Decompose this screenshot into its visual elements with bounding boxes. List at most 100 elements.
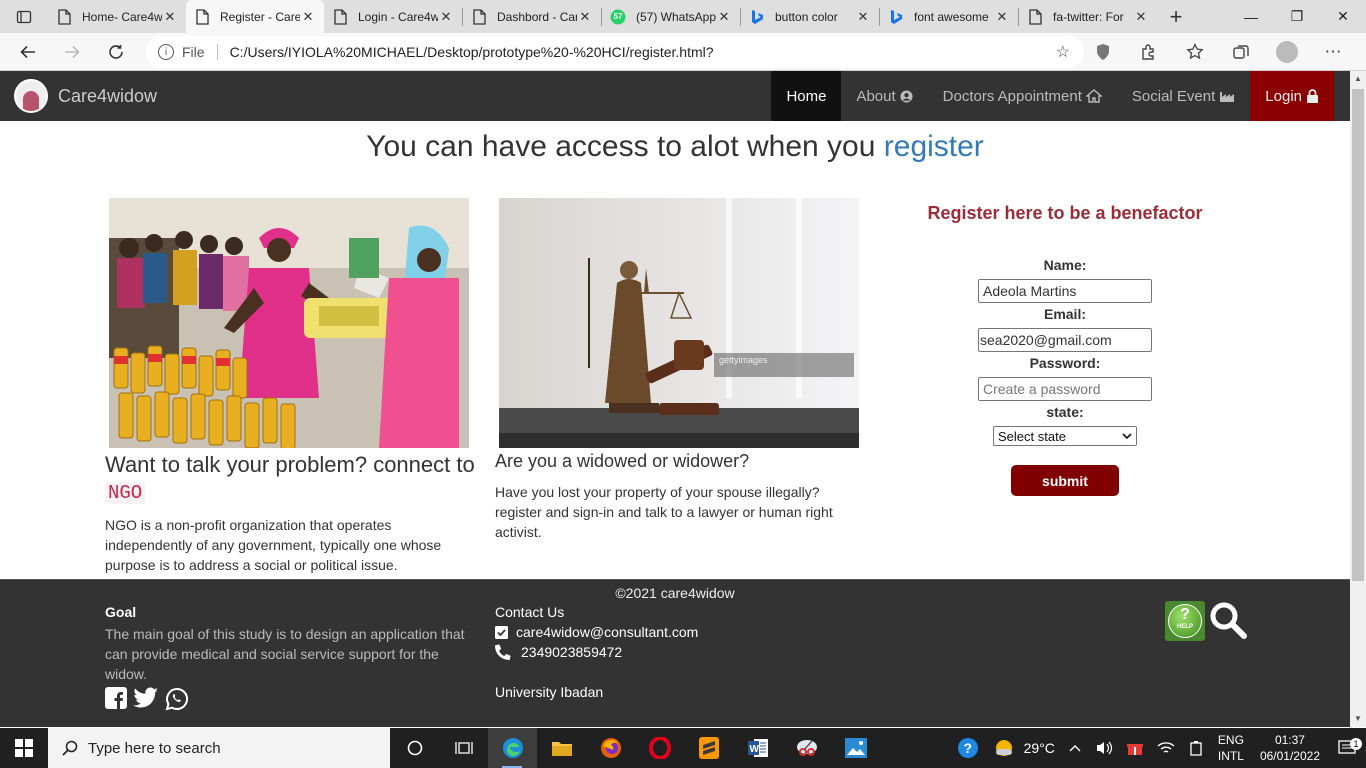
file-explorer-icon[interactable] (537, 728, 586, 768)
refresh-button[interactable] (94, 33, 138, 71)
taskbar-search[interactable]: Type here to search (48, 728, 390, 768)
firefox-icon[interactable] (586, 728, 635, 768)
tab-title: font awesome (914, 9, 989, 24)
email-input[interactable]: sea2020@gmail.com (978, 328, 1152, 352)
weather-temp[interactable]: 29°C (1017, 740, 1062, 756)
search-icon (62, 740, 78, 756)
minimize-button[interactable]: — (1228, 0, 1274, 33)
browser-tab[interactable]: button color ✕ (741, 0, 879, 33)
whatsapp-icon[interactable] (165, 687, 189, 711)
help-button[interactable]: ? HELP (1165, 601, 1205, 641)
url-field[interactable]: i File C:/Users/IYIOLA%20MICHAEL/Desktop… (146, 36, 1084, 68)
browser-tab[interactable]: Login - Care4widow✕ (324, 0, 462, 33)
tab-close-icon[interactable]: ✕ (162, 9, 178, 25)
nav-doctors-appointment[interactable]: Doctors Appointment (928, 71, 1117, 121)
start-button[interactable] (0, 728, 48, 768)
snipping-tool-icon[interactable] (782, 728, 831, 768)
profile-icon[interactable] (1264, 41, 1310, 63)
register-form-title: Register here to be a benefactor (927, 203, 1203, 223)
scroll-down-arrow[interactable]: ▼ (1350, 711, 1366, 727)
back-button[interactable] (6, 33, 50, 71)
collections-icon[interactable] (1218, 43, 1264, 61)
edge-taskbar-icon[interactable] (488, 728, 537, 768)
photos-icon[interactable] (831, 728, 880, 768)
info-icon[interactable]: i (158, 44, 174, 60)
help-tray-icon[interactable]: ? (950, 737, 986, 759)
forward-button[interactable] (50, 33, 94, 71)
notification-center-icon[interactable]: 1 (1328, 738, 1366, 756)
extensions-icon[interactable] (1126, 43, 1172, 61)
new-tab-button[interactable]: + (1157, 0, 1195, 33)
contact-email[interactable]: care4widow@consultant.com (516, 624, 698, 640)
browser-tab[interactable]: 57 (57) WhatsApp ✕ (602, 0, 740, 33)
browser-tab[interactable]: Dashbord - Care4widow✕ (463, 0, 601, 33)
shield-icon[interactable] (1080, 43, 1126, 61)
brand-logo (14, 79, 48, 113)
system-tray: ? 29°C ENG INTL 01:37 06/01/2022 1 (950, 728, 1366, 768)
bing-icon (749, 9, 765, 25)
search-icon[interactable] (1208, 600, 1248, 640)
url-text[interactable]: C:/Users/IYIOLA%20MICHAEL/Desktop/protot… (230, 44, 714, 60)
nav-login[interactable]: Login (1250, 71, 1334, 121)
tab-title: fa-twitter: For (1053, 9, 1124, 24)
password-input[interactable]: Create a password (978, 377, 1152, 401)
nav-home[interactable]: Home (771, 71, 842, 121)
browser-tab[interactable]: Home- Care4widow✕ (48, 0, 186, 33)
task-view-icon[interactable] (439, 728, 488, 768)
brand-name[interactable]: Care4widow (58, 86, 157, 107)
restore-button[interactable]: ❐ (1274, 0, 1320, 33)
email-label: Email: (1043, 306, 1086, 322)
browser-tab[interactable]: fa-twitter: For ✕ (1019, 0, 1157, 33)
scroll-thumb[interactable] (1352, 89, 1364, 581)
facebook-icon[interactable] (105, 687, 127, 709)
nav-social-event[interactable]: Social Event (1117, 71, 1250, 121)
cortana-icon[interactable] (390, 728, 439, 768)
weather-icon[interactable] (986, 737, 1017, 759)
page-scrollbar[interactable]: ▲ ▼ (1350, 71, 1366, 727)
wifi-icon[interactable] (1150, 741, 1182, 755)
browser-tab[interactable]: font awesome ✕ (880, 0, 1018, 33)
more-menu-icon[interactable]: ⋯ (1310, 42, 1356, 62)
scroll-up-arrow[interactable]: ▲ (1350, 71, 1366, 87)
brand[interactable]: Care4widow (14, 79, 157, 113)
tab-title: Dashbord - Care4widow (497, 9, 577, 24)
clock[interactable]: 01:37 06/01/2022 (1252, 732, 1328, 764)
volume-icon[interactable] (1088, 740, 1120, 756)
gift-icon[interactable] (1120, 740, 1150, 756)
add-favorite-icon[interactable]: ☆ (1056, 42, 1070, 62)
help-icon: ? HELP (1168, 604, 1202, 638)
favorites-icon[interactable] (1172, 43, 1218, 61)
tab-close-icon[interactable]: ✕ (1133, 9, 1149, 25)
lock-icon (1304, 89, 1319, 103)
chevron-up-icon[interactable] (1062, 744, 1088, 752)
tab-close-icon[interactable]: ✕ (716, 9, 732, 25)
browser-tab[interactable]: Register - Care4widow✕ (186, 0, 324, 33)
sublime-text-icon[interactable] (684, 728, 733, 768)
ngo-heading: Want to talk your problem? connect to NG… (105, 452, 475, 506)
battery-icon[interactable] (1182, 740, 1210, 756)
widow-heading: Are you a widowed or widower? (495, 451, 750, 471)
state-select[interactable]: Select state (993, 426, 1137, 446)
tab-close-icon[interactable]: ✕ (577, 9, 593, 25)
nav-label: Doctors Appointment (942, 87, 1082, 105)
contact-email-row: care4widow@consultant.com (495, 624, 698, 640)
twitter-icon[interactable] (133, 687, 159, 709)
submit-button[interactable]: submit (1011, 465, 1119, 496)
tab-close-icon[interactable]: ✕ (994, 9, 1010, 25)
tab-actions-button[interactable] (0, 0, 48, 33)
tab-close-icon[interactable]: ✕ (855, 9, 871, 25)
tab-title: Login - Care4widow (358, 9, 438, 24)
tab-close-icon[interactable]: ✕ (438, 9, 454, 25)
forward-arrow-icon (65, 45, 80, 58)
nav-about[interactable]: About (841, 71, 927, 121)
close-window-button[interactable]: ✕ (1320, 0, 1366, 33)
language-indicator[interactable]: ENG INTL (1210, 732, 1252, 764)
headline-register-link[interactable]: register (884, 130, 984, 163)
tab-close-icon[interactable]: ✕ (300, 9, 316, 25)
widow-description: Have you lost your property of your spou… (495, 484, 833, 540)
name-input[interactable]: Adeola Martins (978, 279, 1152, 303)
word-icon[interactable]: W (733, 728, 782, 768)
svg-text:?: ? (963, 740, 972, 756)
notification-count: 1 (1350, 738, 1362, 750)
opera-icon[interactable] (635, 728, 684, 768)
